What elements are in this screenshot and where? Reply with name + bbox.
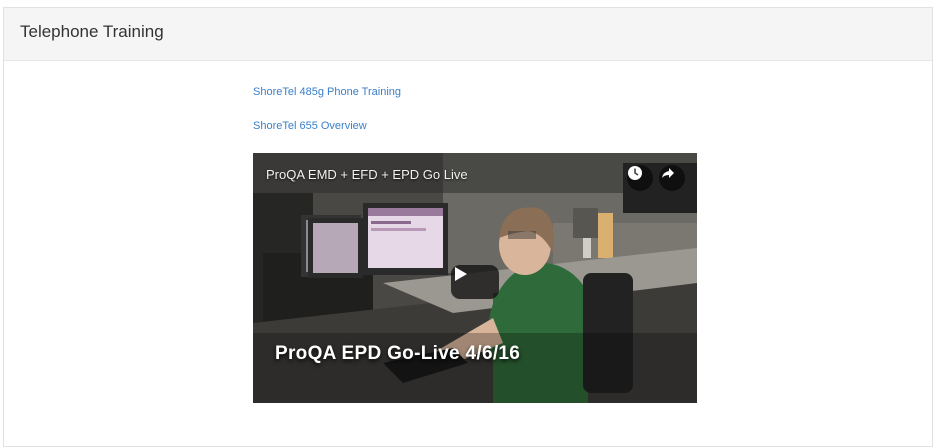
play-icon bbox=[455, 267, 467, 281]
clock-icon bbox=[628, 166, 642, 180]
video-title[interactable]: ProQA EMD + EFD + EPD Go Live bbox=[266, 167, 468, 182]
share-button[interactable] bbox=[659, 165, 685, 191]
panel-title: Telephone Training bbox=[20, 22, 164, 41]
share-icon bbox=[662, 168, 674, 178]
video-caption: ProQA EPD Go-Live 4/6/16 bbox=[275, 343, 521, 364]
shoretel-655-link[interactable]: ShoreTel 655 Overview bbox=[253, 120, 401, 133]
training-links: ShoreTel 485g Phone Training ShoreTel 65… bbox=[253, 86, 401, 154]
watch-later-button[interactable] bbox=[627, 165, 653, 191]
video-player[interactable]: ProQA EMD + EFD + EPD Go Live ProQA EPD … bbox=[253, 153, 697, 403]
shoretel-485g-link[interactable]: ShoreTel 485g Phone Training bbox=[253, 86, 401, 99]
play-button[interactable] bbox=[451, 265, 499, 299]
panel-heading: Telephone Training bbox=[4, 8, 932, 61]
